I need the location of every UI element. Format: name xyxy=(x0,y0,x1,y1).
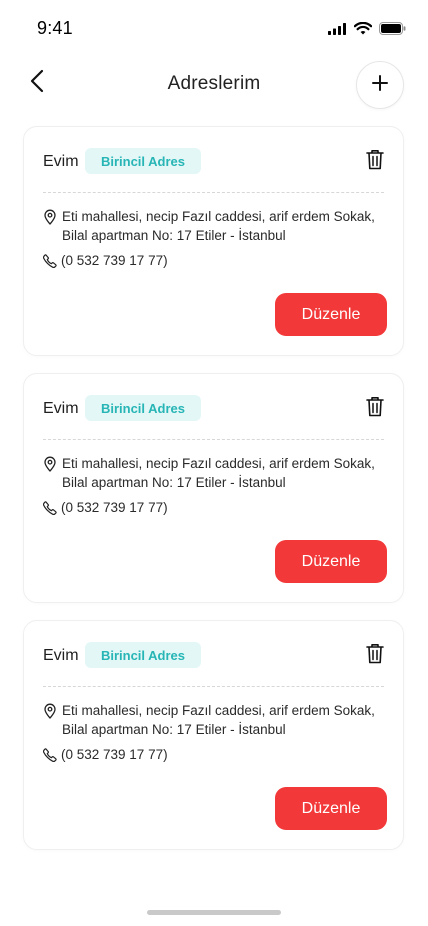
signal-icon xyxy=(328,22,347,40)
status-bar: 9:41 xyxy=(0,0,428,56)
status-time: 9:41 xyxy=(37,18,73,38)
battery-icon xyxy=(379,22,406,40)
address-card: Evim Birincil Adres Eti mahallesi, necip… xyxy=(23,373,404,603)
phone-text: (0 532 739 17 77) xyxy=(61,253,168,268)
phone-row: (0 532 739 17 77) xyxy=(42,747,168,762)
trash-icon xyxy=(366,149,384,175)
address-list-screen: 9:41 Adreslerim Evim Birincil Adres Eti … xyxy=(0,0,428,926)
address-text: Eti mahallesi, necip Fazıl caddesi, arif… xyxy=(62,456,375,490)
phone-text: (0 532 739 17 77) xyxy=(61,500,168,515)
wifi-icon xyxy=(353,21,373,40)
address-name: Evim xyxy=(43,400,79,417)
delete-address-button[interactable] xyxy=(363,396,387,422)
location-pin-icon xyxy=(43,456,57,472)
trash-icon xyxy=(366,396,384,422)
card-divider xyxy=(43,192,384,193)
add-address-button[interactable] xyxy=(356,61,404,109)
location-pin-icon xyxy=(43,703,57,719)
status-icons xyxy=(328,21,406,40)
home-indicator[interactable] xyxy=(147,910,281,915)
address-card: Evim Birincil Adres Eti mahallesi, necip… xyxy=(23,126,404,356)
primary-address-badge: Birincil Adres xyxy=(85,642,201,668)
delete-address-button[interactable] xyxy=(363,643,387,669)
address-row: Eti mahallesi, necip Fazıl caddesi, arif… xyxy=(43,701,391,739)
address-text: Eti mahallesi, necip Fazıl caddesi, arif… xyxy=(62,209,375,243)
card-divider xyxy=(43,439,384,440)
phone-icon xyxy=(42,253,57,268)
address-name: Evim xyxy=(43,153,79,170)
edit-address-button[interactable]: Düzenle xyxy=(275,540,387,583)
header: Adreslerim xyxy=(0,60,428,110)
address-card: Evim Birincil Adres Eti mahallesi, necip… xyxy=(23,620,404,850)
address-name: Evim xyxy=(43,647,79,664)
edit-address-button[interactable]: Düzenle xyxy=(275,787,387,830)
address-row: Eti mahallesi, necip Fazıl caddesi, arif… xyxy=(43,207,391,245)
location-pin-icon xyxy=(43,209,57,225)
trash-icon xyxy=(366,643,384,669)
card-divider xyxy=(43,686,384,687)
phone-row: (0 532 739 17 77) xyxy=(42,253,168,268)
phone-icon xyxy=(42,500,57,515)
address-list: Evim Birincil Adres Eti mahallesi, necip… xyxy=(23,126,404,867)
phone-text: (0 532 739 17 77) xyxy=(61,747,168,762)
phone-row: (0 532 739 17 77) xyxy=(42,500,168,515)
address-text: Eti mahallesi, necip Fazıl caddesi, arif… xyxy=(62,703,375,737)
delete-address-button[interactable] xyxy=(363,149,387,175)
plus-icon xyxy=(372,74,388,96)
address-row: Eti mahallesi, necip Fazıl caddesi, arif… xyxy=(43,454,391,492)
primary-address-badge: Birincil Adres xyxy=(85,148,201,174)
phone-icon xyxy=(42,747,57,762)
primary-address-badge: Birincil Adres xyxy=(85,395,201,421)
edit-address-button[interactable]: Düzenle xyxy=(275,293,387,336)
